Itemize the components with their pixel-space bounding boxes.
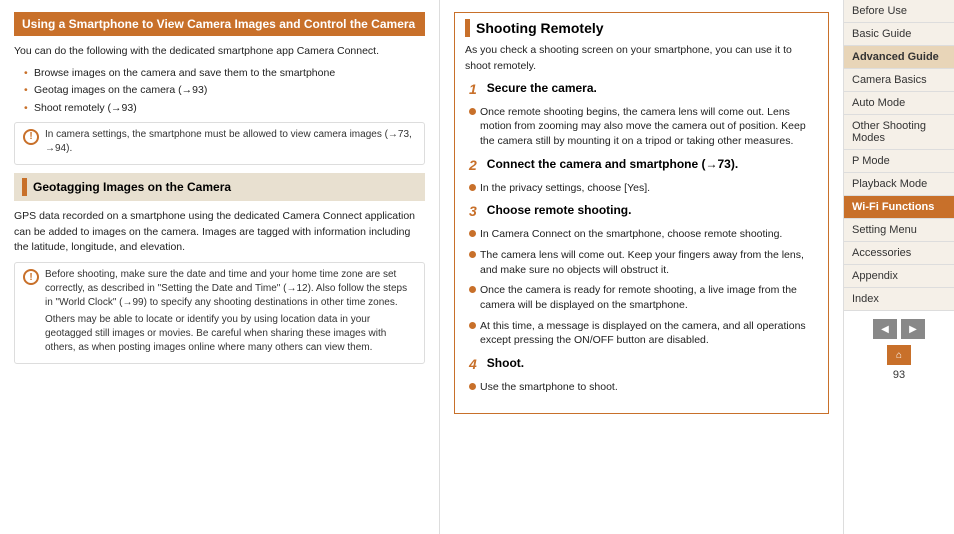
shooting-heading-accent [465,19,470,37]
prev-button[interactable]: ◀ [873,319,897,339]
home-button[interactable]: ⌂ [887,345,911,365]
sub-body: GPS data recorded on a smartphone using … [14,209,425,256]
sidebar-item-appendix[interactable]: Appendix [844,265,954,288]
step-4-bullet-0: Use the smartphone to shoot. [469,380,818,395]
step-1-header: 1 Secure the camera. [469,81,818,99]
sidebar-item-wi-fi-functions[interactable]: Wi-Fi Functions [844,196,954,219]
step-2-number: 2 [469,157,477,173]
step-1-bullet-0: Once remote shooting begins, the camera … [469,105,818,149]
step-3-heading: Choose remote shooting. [487,203,632,217]
step-2-text-0: In the privacy settings, choose [Yes]. [480,181,650,196]
sidebar-item-camera-basics[interactable]: Camera Basics [844,69,954,92]
next-button[interactable]: ▶ [901,319,925,339]
step-3-bullet-2: Once the camera is ready for remote shoo… [469,283,818,312]
sidebar: Before UseBasic GuideAdvanced GuideCamer… [844,0,954,534]
shooting-intro: As you check a shooting screen on your s… [465,43,818,75]
step-1-text-0: Once remote shooting begins, the camera … [480,105,818,149]
bullet-dot [469,251,476,258]
list-item: Browse images on the camera and save the… [24,66,425,81]
main-content: Using a Smartphone to View Camera Images… [0,0,954,534]
main-bullet-list: Browse images on the camera and save the… [24,66,425,116]
sidebar-item-auto-mode[interactable]: Auto Mode [844,92,954,115]
step-4-number: 4 [469,356,477,372]
bullet-dot [469,230,476,237]
sub-heading-text: Geotagging Images on the Camera [33,180,231,194]
sidebar-item-basic-guide[interactable]: Basic Guide [844,23,954,46]
note-icon-2: ! [23,269,39,285]
main-body: You can do the following with the dedica… [14,44,425,60]
step-2-bullet-0: In the privacy settings, choose [Yes]. [469,181,818,196]
step-2-heading: Connect the camera and smartphone (→73). [487,157,738,171]
step-1: 1 Secure the camera. Once remote shootin… [465,81,818,149]
bullet-dot [469,383,476,390]
sidebar-item-index[interactable]: Index [844,288,954,311]
step-4: 4 Shoot. Use the smartphone to shoot. [465,356,818,395]
list-item: Geotag images on the camera (→93) [24,83,425,98]
step-2-header: 2 Connect the camera and smartphone (→73… [469,157,818,175]
note-item: Others may be able to locate or identify… [45,313,416,355]
sidebar-nav-list: Before UseBasic GuideAdvanced GuideCamer… [844,0,954,311]
step-3-bullet-1: The camera lens will come out. Keep your… [469,248,818,277]
step-3-header: 3 Choose remote shooting. [469,203,818,221]
sidebar-item-p-mode[interactable]: P Mode [844,150,954,173]
main-heading-text: Using a Smartphone to View Camera Images… [22,17,415,31]
note-item: In camera settings, the smartphone must … [45,128,416,156]
heading-accent [22,178,27,196]
step-3-text-1: The camera lens will come out. Keep your… [480,248,818,277]
step-1-heading: Secure the camera. [487,81,597,95]
bullet-dot [469,108,476,115]
shooting-title: Shooting Remotely [465,19,818,37]
sidebar-item-other-shooting-modes[interactable]: Other Shooting Modes [844,115,954,150]
sidebar-item-setting-menu[interactable]: Setting Menu [844,219,954,242]
bullet-dot [469,184,476,191]
step-3-bullet-0: In Camera Connect on the smartphone, cho… [469,227,818,242]
step-4-heading: Shoot. [487,356,524,370]
step-1-number: 1 [469,81,477,97]
right-column: Shooting Remotely As you check a shootin… [440,0,844,534]
step-3-text-0: In Camera Connect on the smartphone, cho… [480,227,782,242]
step-3-text-2: Once the camera is ready for remote shoo… [480,283,818,312]
sub-heading: Geotagging Images on the Camera [14,173,425,201]
step-2: 2 Connect the camera and smartphone (→73… [465,157,818,196]
shooting-title-text: Shooting Remotely [476,20,604,36]
main-heading: Using a Smartphone to View Camera Images… [14,12,425,36]
note-items-2: Before shooting, make sure the date and … [45,268,416,358]
bullet-dot [469,286,476,293]
bullet-dot [469,322,476,329]
note-item: Before shooting, make sure the date and … [45,268,416,310]
step-3-text-3: At this time, a message is displayed on … [480,319,818,348]
note-box-1: ! In camera settings, the smartphone mus… [14,122,425,165]
note-box-2: ! Before shooting, make sure the date an… [14,262,425,364]
sidebar-item-accessories[interactable]: Accessories [844,242,954,265]
sidebar-item-playback-mode[interactable]: Playback Mode [844,173,954,196]
step-3: 3 Choose remote shooting. In Camera Conn… [465,203,818,348]
sidebar-item-before-use[interactable]: Before Use [844,0,954,23]
step-3-bullet-3: At this time, a message is displayed on … [469,319,818,348]
shooting-section: Shooting Remotely As you check a shootin… [454,12,829,414]
sidebar-navigation: ◀ ▶ [844,311,954,343]
note-icon-1: ! [23,129,39,145]
list-item: Shoot remotely (→93) [24,101,425,116]
note-items-1: In camera settings, the smartphone must … [45,128,416,159]
step-4-header: 4 Shoot. [469,356,818,374]
left-column: Using a Smartphone to View Camera Images… [0,0,440,534]
page-number: 93 [844,367,954,383]
sidebar-item-advanced-guide[interactable]: Advanced Guide [844,46,954,69]
step-3-number: 3 [469,203,477,219]
step-4-text-0: Use the smartphone to shoot. [480,380,618,395]
